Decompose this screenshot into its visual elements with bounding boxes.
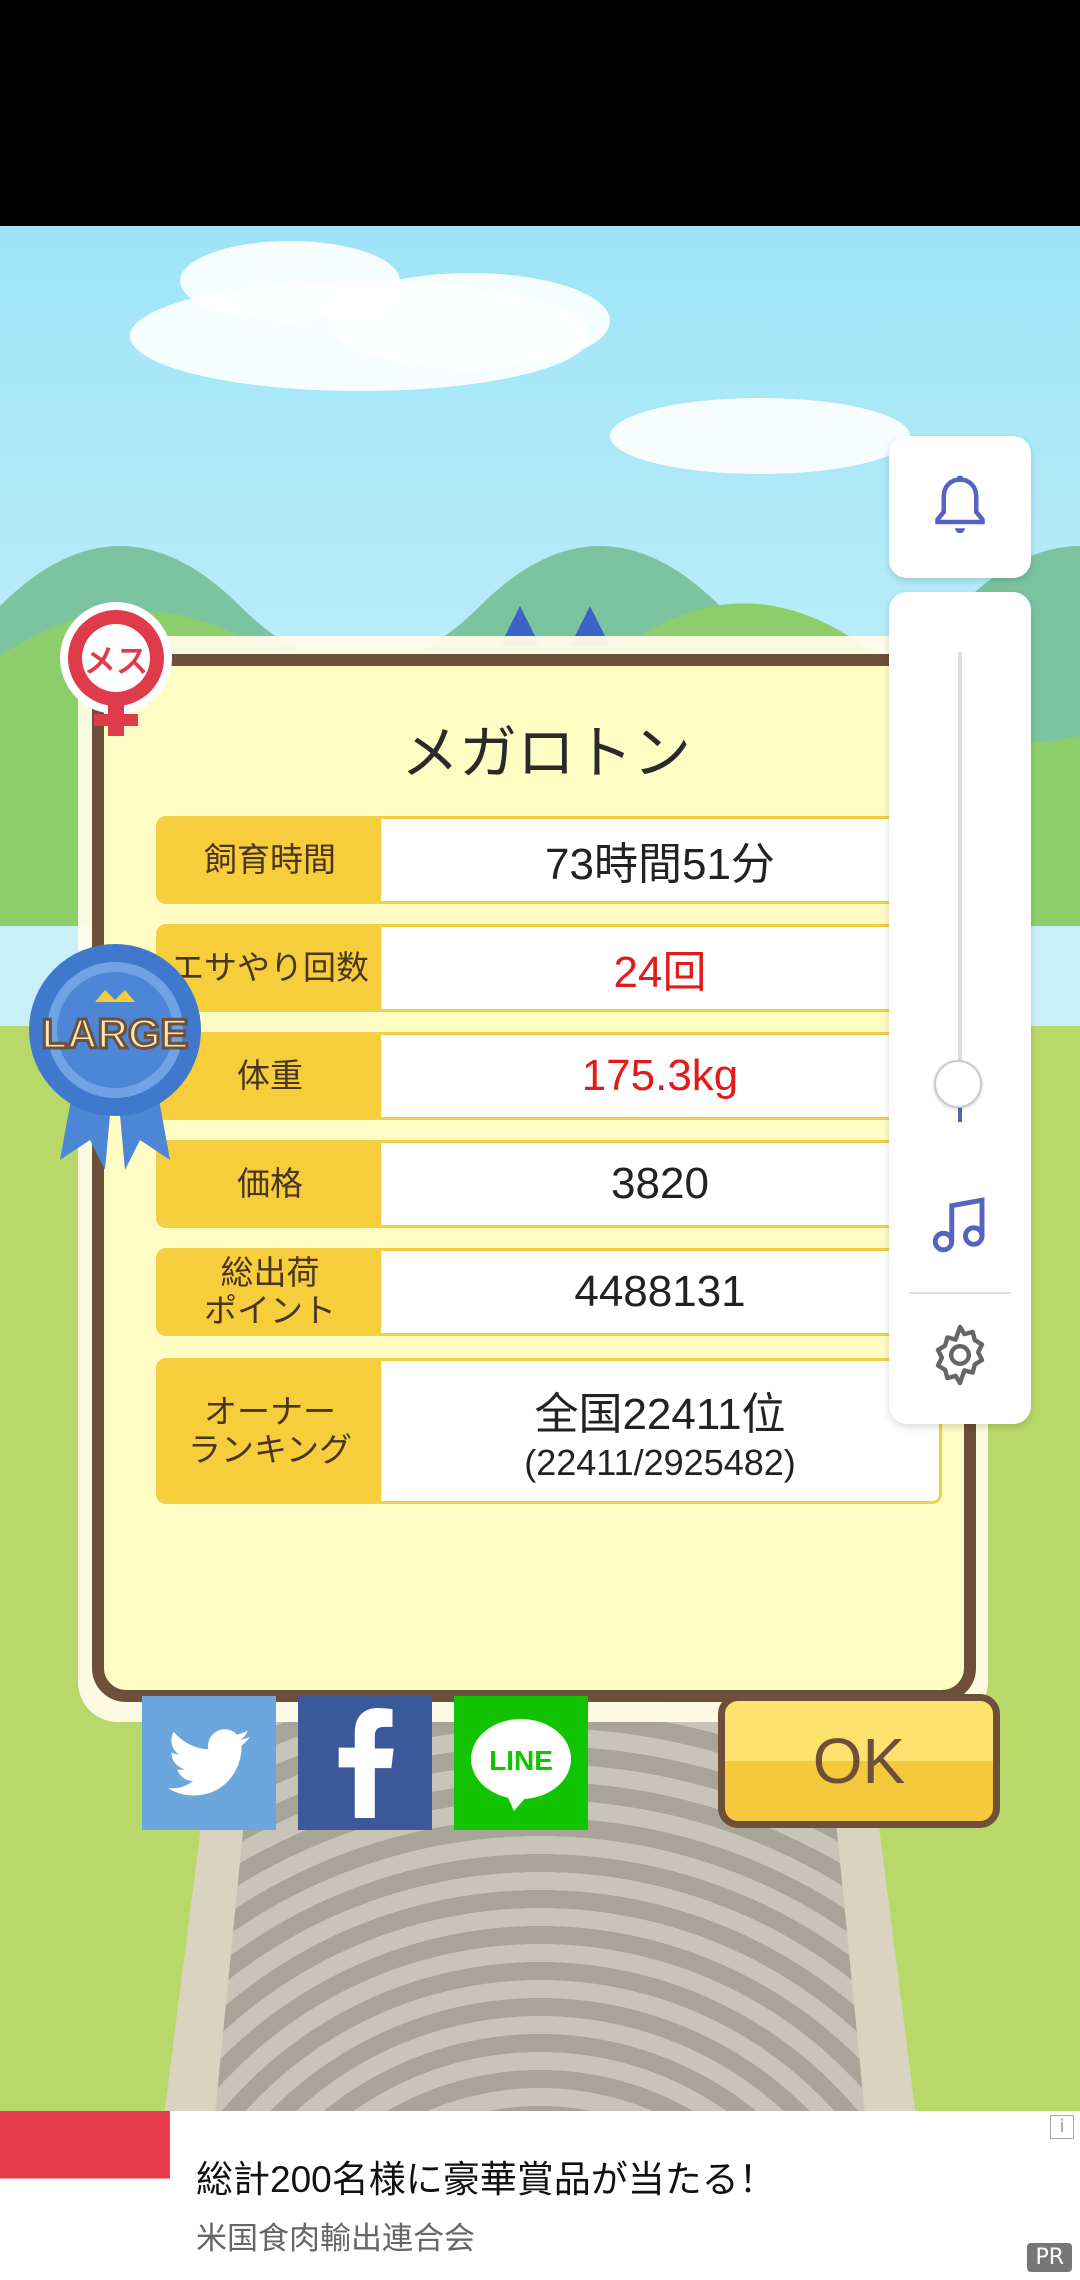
music-note-icon[interactable] xyxy=(927,1192,993,1258)
ok-button[interactable]: OK xyxy=(718,1694,1000,1828)
bell-icon xyxy=(935,475,985,534)
female-gender-badge: メス xyxy=(60,602,172,736)
result-dialog: メガロトン 飼育時間 73時間51分 エサやり回数 24回 体重 175.3kg… xyxy=(92,654,1000,1830)
ad-pr-badge: PR xyxy=(1027,2243,1072,2272)
row-value: 24回 xyxy=(613,948,707,997)
row-feed-count: エサやり回数 24回 xyxy=(156,924,942,1012)
row-rearing-time: 飼育時間 73時間51分 xyxy=(156,816,942,904)
row-shipping-points: 総出荷 ポイント 4488131 xyxy=(156,1248,942,1336)
line-icon-text: LINE xyxy=(489,1745,553,1776)
large-ribbon-badge: LARGE xyxy=(29,944,201,1170)
ad-advertiser[interactable]: 米国食肉輸出連合会 xyxy=(196,2213,475,2258)
volume-slider-thumb[interactable] xyxy=(934,1060,982,1109)
twitter-share-button[interactable] xyxy=(142,1696,276,1830)
row-label: オーナー ランキング xyxy=(159,1361,381,1501)
facebook-icon xyxy=(338,1708,394,1818)
svg-text:LARGE: LARGE xyxy=(42,1010,189,1057)
row-owner-ranking: オーナー ランキング 全国22411位 (22411/2925482) xyxy=(156,1358,942,1504)
row-weight: 体重 175.3kg xyxy=(156,1032,942,1120)
ranking-detail: (22411/2925482) xyxy=(524,1442,796,1483)
facebook-share-button[interactable] xyxy=(298,1696,432,1830)
row-value: 3820 xyxy=(611,1159,709,1208)
ad-image[interactable] xyxy=(0,2111,170,2280)
volume-panel xyxy=(889,592,1031,1424)
row-value: 73時間51分 xyxy=(545,840,775,889)
line-icon: LINE xyxy=(471,1719,571,1811)
volume-slider-track[interactable] xyxy=(958,652,962,1122)
ranking-value: 全国22411位 xyxy=(534,1390,786,1439)
svg-text:メス: メス xyxy=(84,643,148,679)
ad-info-icon[interactable]: i xyxy=(1050,2115,1074,2139)
status-bar xyxy=(0,0,1080,226)
row-value: 全国22411位 (22411/2925482) xyxy=(381,1361,939,1501)
row-label: 総出荷 ポイント xyxy=(159,1251,381,1333)
row-label: 飼育時間 xyxy=(159,819,381,901)
panel-divider xyxy=(909,1292,1011,1294)
ad-title[interactable]: 総計200名様に豪華賞品が当たる！ xyxy=(196,2149,776,2203)
ad-banner[interactable]: 総計200名様に豪華賞品が当たる！ 米国食肉輸出連合会 i PR xyxy=(0,2111,1080,2280)
gear-icon[interactable] xyxy=(927,1322,993,1388)
row-price: 価格 3820 xyxy=(156,1140,942,1228)
row-value: 4488131 xyxy=(574,1267,746,1316)
twitter-icon xyxy=(168,1729,250,1796)
line-share-button[interactable]: LINE xyxy=(454,1696,588,1830)
row-value: 175.3kg xyxy=(581,1051,739,1100)
notification-button[interactable] xyxy=(889,436,1031,578)
pig-name-title: メガロトン xyxy=(400,721,691,786)
